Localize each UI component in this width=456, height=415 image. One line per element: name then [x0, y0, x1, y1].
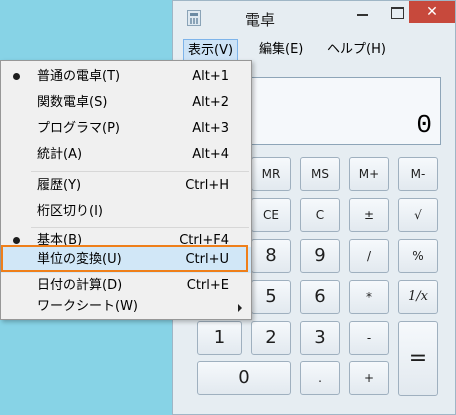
key-c[interactable]: C: [300, 198, 340, 232]
key-ce[interactable]: CE: [251, 198, 291, 232]
close-button[interactable]: ✕: [409, 1, 455, 23]
maximize-button[interactable]: [383, 1, 410, 23]
menu-item-label: 桁区切り(I): [37, 204, 103, 219]
menu-item-label: ワークシート(W): [37, 299, 138, 314]
menu-item-shortcut: Alt+4: [192, 147, 229, 162]
menu-separator: [31, 171, 249, 172]
key-m-plus[interactable]: M+: [349, 157, 389, 191]
menu-edit[interactable]: 編集(E): [255, 39, 307, 63]
key-2[interactable]: 2: [251, 321, 291, 355]
key-minus[interactable]: -: [349, 321, 389, 355]
close-icon: ✕: [426, 4, 438, 20]
menu-help[interactable]: ヘルプ(H): [323, 39, 390, 63]
calculator-icon: [187, 10, 201, 26]
menu-item-standard[interactable]: 普通の電卓(T) Alt+1: [1, 64, 251, 90]
highlight-box: [1, 245, 248, 272]
selected-bullet-icon: [13, 237, 20, 244]
minimize-button[interactable]: [349, 1, 376, 23]
menu-item-label: 統計(A): [37, 147, 83, 162]
key-0[interactable]: 0: [197, 361, 291, 395]
key-m-minus[interactable]: M-: [398, 157, 438, 191]
menu-item-shortcut: Alt+3: [192, 121, 229, 136]
view-menu-dropdown: 普通の電卓(T) Alt+1 関数電卓(S) Alt+2 プログラマ(P) Al…: [0, 60, 252, 320]
result-display: 0: [251, 77, 441, 145]
key-plus-minus[interactable]: ±: [349, 198, 389, 232]
key-multiply[interactable]: *: [349, 280, 389, 314]
menu-item-label: 普通の電卓(T): [37, 69, 121, 84]
key-8[interactable]: 8: [251, 239, 291, 273]
menu-item-label: 関数電卓(S): [37, 95, 108, 110]
window-title: 電卓: [245, 11, 276, 29]
menu-item-label: 履歴(Y): [37, 178, 82, 193]
key-5[interactable]: 5: [251, 280, 291, 314]
key-ms[interactable]: MS: [300, 157, 340, 191]
key-divide[interactable]: /: [349, 239, 389, 273]
menu-item-programmer[interactable]: プログラマ(P) Alt+3: [1, 116, 251, 142]
key-mr[interactable]: MR: [251, 157, 291, 191]
menu-item-shortcut: Alt+1: [192, 69, 229, 84]
menu-item-label: プログラマ(P): [37, 121, 120, 136]
display-value: 0: [416, 110, 432, 140]
key-decimal[interactable]: .: [300, 361, 340, 395]
key-percent[interactable]: %: [398, 239, 438, 273]
key-reciprocal[interactable]: 1/x: [398, 280, 438, 314]
menu-item-scientific[interactable]: 関数電卓(S) Alt+2: [1, 90, 251, 116]
menu-item-shortcut: Alt+2: [192, 95, 229, 110]
selected-bullet-icon: [13, 73, 20, 80]
key-1[interactable]: 1: [197, 321, 242, 355]
key-sqrt[interactable]: √: [398, 198, 438, 232]
menu-item-history[interactable]: 履歴(Y) Ctrl+H: [1, 173, 251, 199]
key-9[interactable]: 9: [300, 239, 340, 273]
key-plus[interactable]: +: [349, 361, 389, 395]
menu-item-digit-grouping[interactable]: 桁区切り(I): [1, 199, 251, 225]
key-6[interactable]: 6: [300, 280, 340, 314]
key-equals[interactable]: =: [398, 321, 438, 396]
menu-item-worksheets[interactable]: ワークシート(W): [1, 294, 251, 320]
submenu-arrow-icon: [238, 304, 242, 312]
key-3[interactable]: 3: [300, 321, 340, 355]
title-bar[interactable]: 電卓 ✕: [173, 1, 455, 35]
menu-item-statistics[interactable]: 統計(A) Alt+4: [1, 142, 251, 168]
menu-item-shortcut: Ctrl+H: [185, 178, 229, 193]
